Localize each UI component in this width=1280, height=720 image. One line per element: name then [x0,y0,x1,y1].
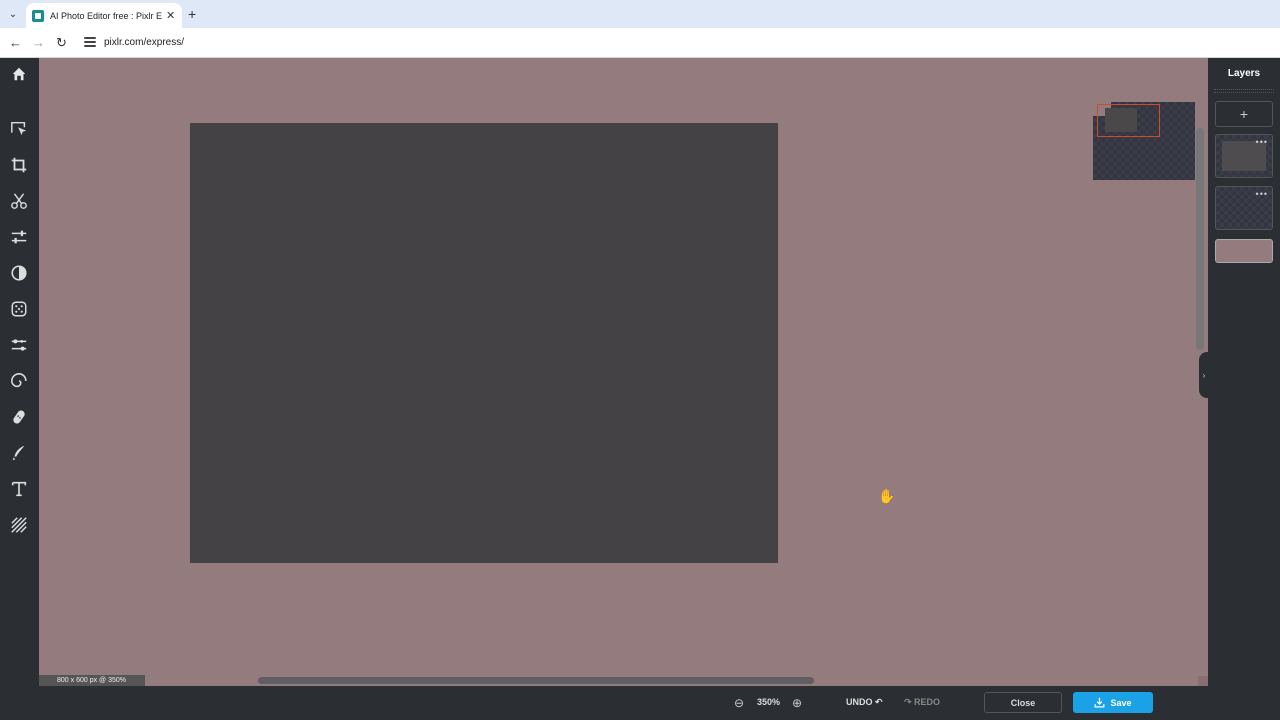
forward-arrow-icon[interactable]: → [32,35,45,50]
liquify-icon[interactable] [9,335,29,355]
navigator-thumbnail[interactable] [1093,102,1195,180]
redo-button[interactable]: ↷ REDO [904,697,940,708]
scroll-corner [1198,676,1208,686]
canvas-workspace[interactable]: ✋ [39,58,1208,686]
horizontal-scrollbar[interactable] [258,677,814,684]
artboard[interactable] [190,123,778,563]
layer-item[interactable]: ••• [1215,134,1273,178]
back-arrow-icon[interactable]: ← [9,35,22,50]
download-icon [1095,697,1105,708]
browser-tab[interactable]: AI Photo Editor free : Pixlr Express ✕ [26,3,182,28]
swirl-icon[interactable] [9,371,29,391]
layers-title: Layers [1227,68,1261,79]
undo-button[interactable]: UNDO ↶ [846,697,883,708]
home-icon[interactable] [9,64,29,84]
new-tab-button[interactable]: + [188,6,196,22]
tool-sidebar [0,58,39,720]
zoom-out-icon[interactable]: ⊖ [734,696,744,710]
navigator-viewport-frame[interactable] [1097,104,1160,137]
url-field[interactable]: pixlr.com/express/ [104,37,184,48]
layer-more-icon[interactable]: ••• [1256,137,1268,147]
background-layer-item[interactable] [1215,239,1273,263]
tab-search-icon[interactable]: ⌄ [4,5,22,23]
canvas-size-info: 800 x 600 px @ 350% [39,675,145,686]
layer-item[interactable]: ••• [1215,186,1273,230]
hand-cursor-icon: ✋ [878,488,896,504]
browser-tab-bar: ⌄ AI Photo Editor free : Pixlr Express ✕… [0,0,1280,28]
vertical-scrollbar[interactable] [1196,128,1204,350]
pixlr-favicon-icon [32,9,44,22]
filter-icon[interactable] [9,263,29,283]
toolbar-footer [0,686,39,720]
add-layer-button[interactable]: + [1215,101,1273,127]
close-button[interactable]: Close [984,692,1062,713]
tab-close-icon[interactable]: ✕ [166,9,175,22]
layers-divider [1214,89,1274,93]
effect-icon[interactable] [9,299,29,319]
adjust-icon[interactable] [9,227,29,247]
reload-icon[interactable]: ↻ [56,35,67,51]
zoom-in-icon[interactable]: ⊕ [792,696,802,710]
text-icon[interactable] [9,479,29,499]
site-info-icon[interactable] [84,37,96,49]
tab-title: AI Photo Editor free : Pixlr Express [50,10,162,21]
address-bar: ← → ↻ pixlr.com/express/ [0,28,1280,58]
cutout-icon[interactable] [9,191,29,211]
draw-icon[interactable] [9,443,29,463]
zoom-level[interactable]: 350% [757,697,780,707]
layers-panel: Layers + ••• ••• [1208,58,1280,720]
retouch-icon[interactable] [9,407,29,427]
pattern-icon[interactable] [9,515,29,535]
bottom-bar: ⊖ 350% ⊕ UNDO ↶ ↷ REDO Close Save [39,686,1208,720]
crop-icon[interactable] [9,155,29,175]
arrange-icon[interactable] [9,119,29,139]
save-label: Save [1110,697,1132,708]
save-button[interactable]: Save [1073,692,1153,713]
layer-more-icon[interactable]: ••• [1256,189,1268,199]
